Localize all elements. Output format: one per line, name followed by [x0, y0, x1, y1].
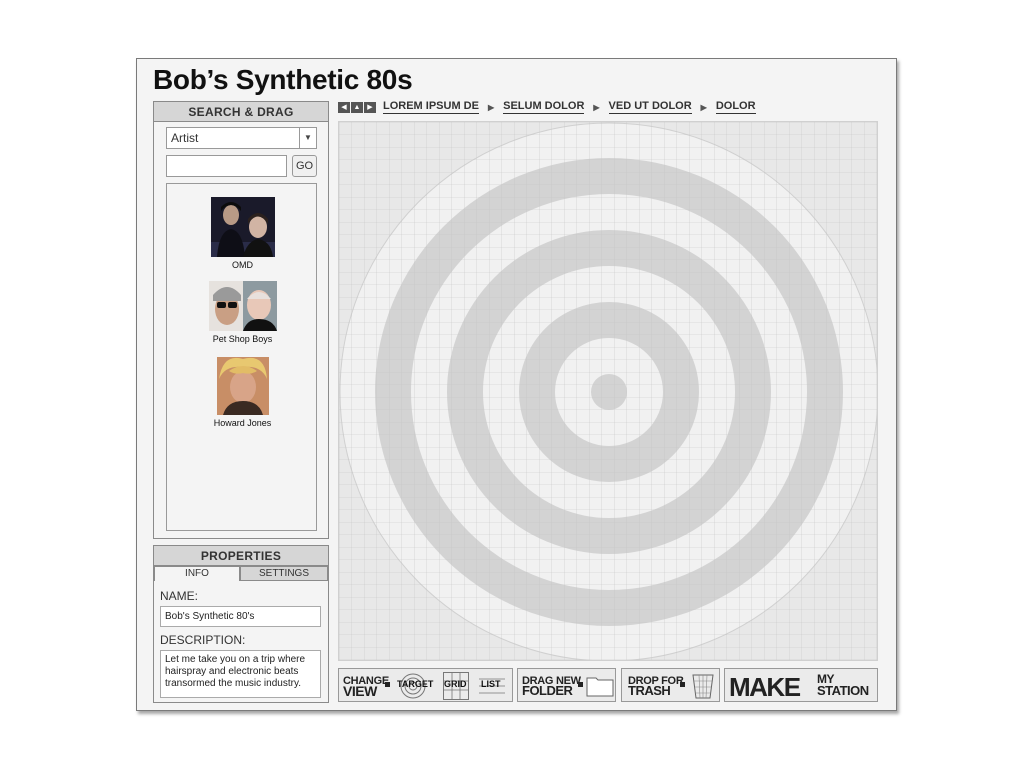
station-label: STATION [817, 683, 869, 698]
name-label: NAME: [160, 589, 199, 603]
app-window: Bob’s Synthetic 80s SEARCH & DRAG Artist… [136, 58, 897, 711]
target-view-button[interactable]: TARGET [397, 679, 433, 689]
result-name: OMD [232, 260, 253, 270]
list-view-button[interactable]: LIST [481, 679, 501, 689]
properties-tabs: INFO SETTINGS [154, 566, 328, 581]
target-view[interactable] [338, 121, 878, 661]
tab-info[interactable]: INFO [154, 566, 240, 581]
breadcrumb-item[interactable]: SELUM DOLOR [503, 100, 585, 114]
breadcrumb-separator-icon: ▶ [487, 102, 495, 112]
artist-photo-pet-shop-boys [208, 281, 277, 331]
app-title: Bob’s Synthetic 80s [153, 64, 413, 95]
name-field[interactable]: Bob's Synthetic 80's [160, 606, 321, 627]
up-arrow-icon[interactable]: ▲ [351, 102, 363, 113]
result-name: Pet Shop Boys [212, 334, 273, 344]
tab-settings[interactable]: SETTINGS [240, 566, 328, 581]
description-field[interactable]: Let me take you on a trip where hairspra… [160, 650, 321, 698]
folder-icon[interactable] [586, 675, 614, 697]
search-panel-heading: SEARCH & DRAG [154, 102, 328, 122]
bullet-icon [578, 682, 583, 687]
change-view-group: CHANGE VIEW TARGET GRID LIST [338, 668, 513, 702]
search-filter-value: Artist [171, 131, 199, 145]
back-arrow-icon[interactable]: ◀ [338, 102, 350, 113]
breadcrumb: LOREM IPSUM DE ▶ SELUM DOLOR ▶ VED UT DO… [383, 100, 756, 114]
drop-for-label-bottom: TRASH [628, 683, 671, 698]
change-view-label-bottom: VIEW [343, 683, 377, 699]
trash-icon[interactable] [692, 673, 714, 699]
drag-new-label-bottom: FOLDER [522, 683, 573, 698]
make-my-station-button[interactable]: MAKE MY STATION [724, 668, 878, 702]
result-item-howard-jones[interactable]: Howard Jones [167, 357, 318, 428]
chevron-down-icon[interactable]: ▼ [299, 128, 316, 148]
bullet-icon [680, 682, 685, 687]
nav-arrows: ◀ ▲ ▶ [338, 102, 376, 113]
search-filter-select[interactable]: Artist ▼ [166, 127, 317, 149]
result-item-omd[interactable]: OMD [167, 197, 318, 270]
make-label: MAKE [729, 672, 801, 702]
breadcrumb-item[interactable]: VED UT DOLOR [608, 100, 692, 114]
artist-photo-howard-jones [216, 357, 269, 415]
search-input[interactable] [166, 155, 287, 177]
description-label: DESCRIPTION: [160, 633, 246, 647]
new-folder-group[interactable]: DRAG NEW FOLDER [517, 668, 616, 702]
properties-panel-heading: PROPERTIES [154, 546, 328, 566]
result-item-pet-shop-boys[interactable]: Pet Shop Boys [167, 281, 318, 344]
go-button[interactable]: GO [292, 155, 317, 177]
breadcrumb-item[interactable]: LOREM IPSUM DE [383, 100, 479, 114]
breadcrumb-separator-icon: ▶ [700, 102, 707, 112]
bullet-icon [385, 682, 390, 687]
trash-group[interactable]: DROP FOR TRASH [621, 668, 720, 702]
result-name: Howard Jones [213, 418, 272, 428]
grid-view-button[interactable]: GRID [444, 679, 467, 689]
search-results-list: OMD Pet Shop Boys Howard Jones [166, 183, 317, 531]
artist-photo-omd [210, 197, 275, 257]
breadcrumb-separator-icon: ▶ [593, 102, 600, 112]
forward-arrow-icon[interactable]: ▶ [364, 102, 376, 113]
search-panel: SEARCH & DRAG Artist ▼ GO OMD Pet Shop B… [153, 101, 329, 539]
properties-panel: PROPERTIES INFO SETTINGS NAME: Bob's Syn… [153, 545, 329, 703]
target-rings [339, 122, 877, 660]
breadcrumb-item[interactable]: DOLOR [715, 100, 756, 114]
